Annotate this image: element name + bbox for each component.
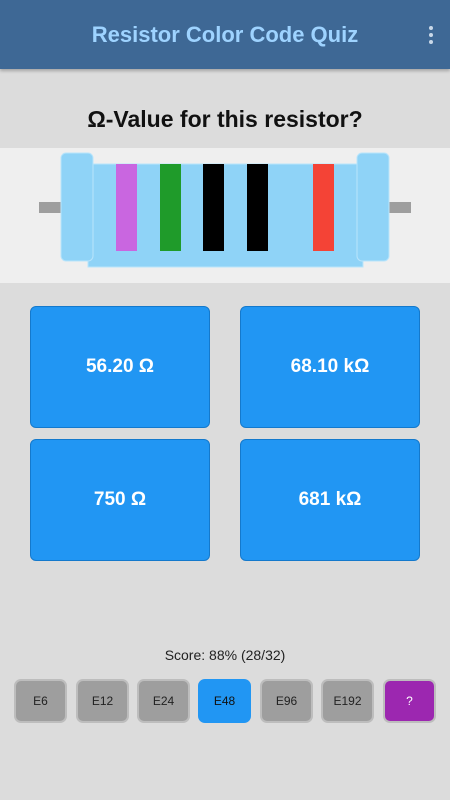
app-title: Resistor Color Code Quiz: [91, 22, 359, 47]
band-5-red: [313, 164, 334, 251]
lead-right: [387, 202, 411, 213]
answer-button-2[interactable]: 68.10 kΩ: [240, 306, 420, 428]
end-cap-right: [356, 152, 390, 262]
series-button-e24[interactable]: E24: [137, 679, 190, 723]
band-2-green: [160, 164, 181, 251]
series-button-e96[interactable]: E96: [260, 679, 313, 723]
answer-button-3[interactable]: 750 Ω: [30, 439, 210, 561]
band-1-violet: [116, 164, 137, 251]
band-4-black: [247, 164, 268, 251]
end-cap-left: [60, 152, 94, 262]
resistor-panel: [0, 148, 450, 283]
band-3-black: [203, 164, 224, 251]
help-button[interactable]: ?: [383, 679, 436, 723]
lead-left: [39, 202, 63, 213]
question-text: Ω-Value for this resistor?: [87, 106, 363, 132]
series-button-e12[interactable]: E12: [76, 679, 129, 723]
series-button-e192[interactable]: E192: [321, 679, 374, 723]
app-bar: Resistor Color Code Quiz: [0, 0, 450, 69]
score-text: Score: 88% (28/32): [164, 647, 286, 663]
series-button-e6[interactable]: E6: [14, 679, 67, 723]
answer-button-1[interactable]: 56.20 Ω: [30, 306, 210, 428]
answer-button-4[interactable]: 681 kΩ: [240, 439, 420, 561]
resistor-image: [39, 152, 411, 268]
more-vert-icon[interactable]: [428, 26, 434, 46]
series-button-e48[interactable]: E48: [198, 679, 251, 723]
